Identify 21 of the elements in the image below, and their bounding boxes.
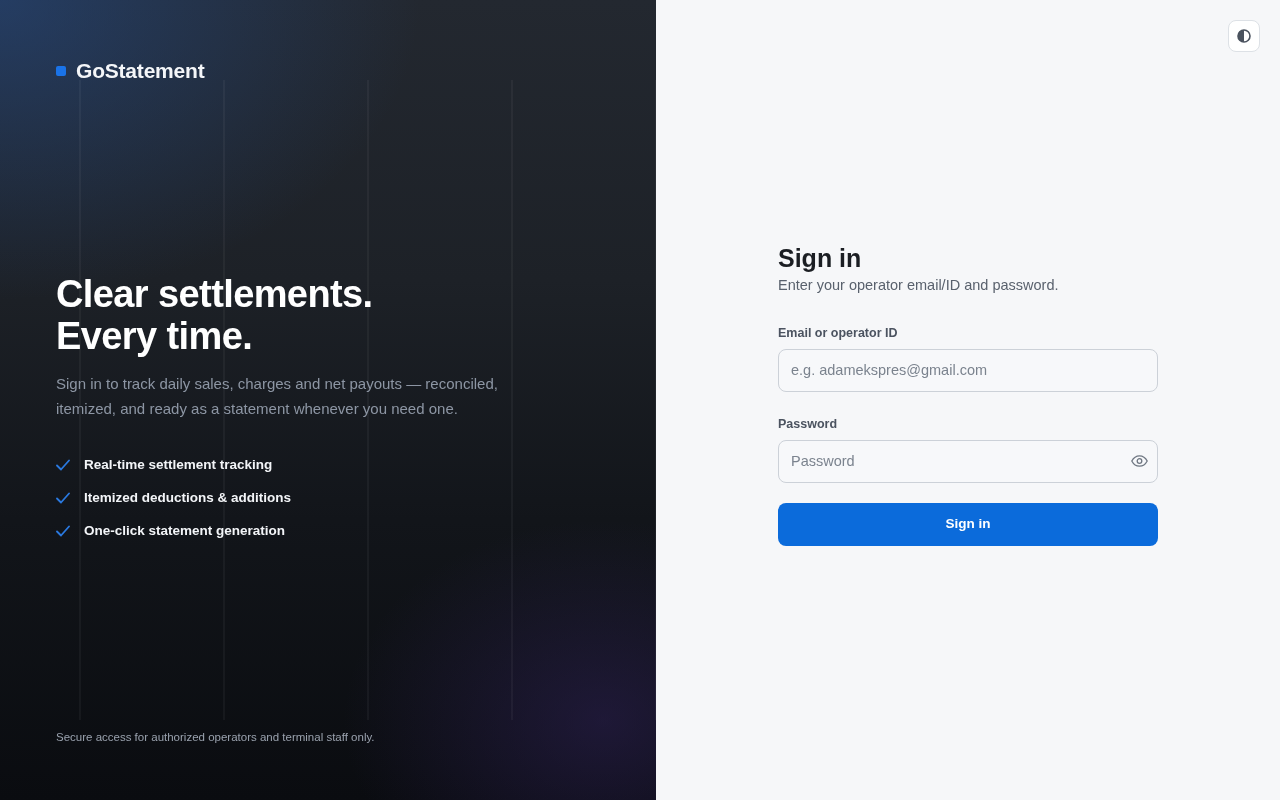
- logo-square-icon: [56, 66, 66, 76]
- form-title: Sign in: [778, 242, 863, 273]
- access-note: Secure access for authorized operators and terminal staff only.: [56, 730, 376, 744]
- field-label: Password: [778, 415, 839, 432]
- hero-description: Sign in to track daily sales, charges and net payouts — reconciled, itemized, and ready as a statement whenever you need one.: [56, 373, 499, 419]
- feature-text: Itemized deductions & additions: [84, 488, 291, 507]
- headline: Clear settlements. Every time.: [56, 272, 374, 357]
- brand-name: GoStatement: [76, 59, 205, 83]
- password-field[interactable]: Password: [778, 439, 1158, 483]
- theme-toggle-button[interactable]: [1228, 20, 1260, 52]
- feature-text: One-click statement generation: [84, 521, 286, 540]
- form-subtitle: Enter your operator email/ID and password.: [778, 275, 1060, 295]
- checkmark-icon: [56, 524, 70, 537]
- feature-text: Real-time settlement tracking: [84, 455, 273, 474]
- half-circle-icon: [1237, 29, 1251, 43]
- sign-in-button[interactable]: Sign in: [778, 502, 1158, 546]
- field-label: Email or operator ID: [778, 324, 899, 341]
- checkmark-icon: [56, 491, 70, 504]
- email-field[interactable]: e.g. adamekspres@gmail.com: [778, 348, 1158, 392]
- checkmark-icon: [56, 458, 70, 471]
- eye-icon[interactable]: [1131, 455, 1148, 467]
